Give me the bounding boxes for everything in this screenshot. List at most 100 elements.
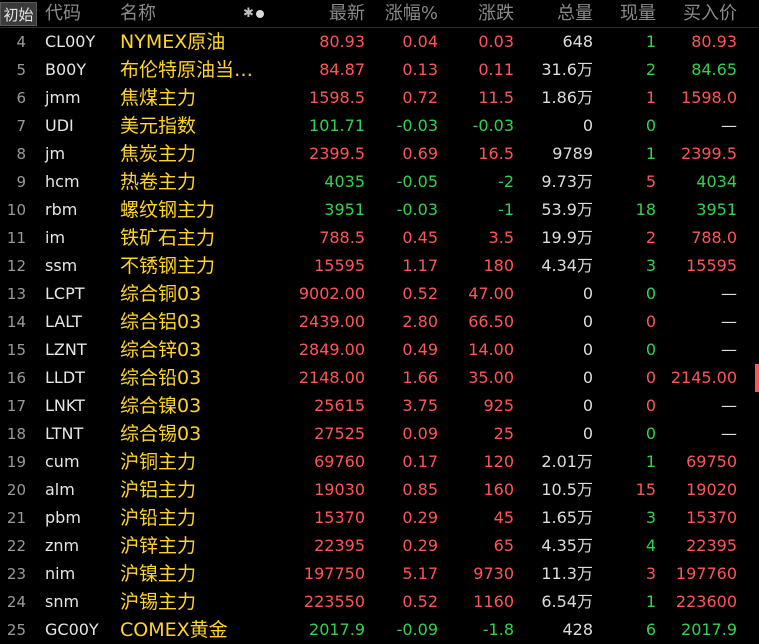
col-header-pct[interactable]: 涨幅%	[370, 0, 438, 28]
symbol-code: ssm	[45, 256, 78, 275]
total-volume: 0	[582, 340, 593, 359]
change-percent: 0.69	[402, 144, 438, 163]
last-price: 2399.5	[309, 144, 365, 163]
last-price: 69760	[314, 452, 365, 471]
change-percent: 0.09	[402, 424, 438, 443]
symbol-code: im	[45, 228, 66, 247]
change-amount: -1	[498, 200, 514, 219]
change-amount: 0.03	[478, 32, 514, 51]
table-row[interactable]: 22 znm 沪锌主力 22395 0.29 65 4.35万 4 22395	[0, 532, 759, 560]
current-volume: 0	[645, 396, 656, 415]
edge-marker	[755, 364, 759, 392]
change-percent: 0.29	[402, 536, 438, 555]
change-amount: 180	[483, 256, 514, 275]
current-volume: 0	[645, 368, 656, 387]
table-row[interactable]: 18 LTNT 综合锡03 27525 0.09 25 0 0 —	[0, 420, 759, 448]
table-row[interactable]: 4 CL00Y NYMEX原油 80.93 0.04 0.03 648 1 80.93	[0, 28, 759, 56]
table-row[interactable]: 6 jmm 焦煤主力 1598.5 0.72 11.5 1.86万 1 1598.0	[0, 84, 759, 112]
bid-price: 223600	[675, 592, 737, 611]
table-row[interactable]: 19 cum 沪铜主力 69760 0.17 120 2.01万 1 69750	[0, 448, 759, 476]
current-volume: 5	[645, 172, 656, 191]
col-header-chg[interactable]: 涨跌	[440, 0, 514, 28]
col-header-name[interactable]: 名称	[120, 0, 156, 28]
bid-price: 2399.5	[681, 144, 737, 163]
total-volume: 2.01万	[541, 452, 593, 471]
bid-price: 1598.0	[681, 88, 737, 107]
total-volume: 0	[582, 368, 593, 387]
col-header-last[interactable]: 最新	[290, 0, 365, 28]
col-header-code[interactable]: 代码	[45, 0, 81, 28]
instrument-name: 综合铅03	[120, 367, 202, 389]
bid-price: 22395	[686, 536, 737, 555]
symbol-code: LALT	[45, 312, 82, 331]
col-header-vol[interactable]: 总量	[520, 0, 593, 28]
total-volume: 0	[582, 424, 593, 443]
total-volume: 19.9万	[541, 228, 593, 247]
table-row[interactable]: 24 snm 沪锡主力 223550 0.52 1160 6.54万 1 223600	[0, 588, 759, 616]
change-amount: 1160	[473, 592, 514, 611]
change-amount: -0.03	[472, 116, 514, 135]
bid-price: 2145.00	[670, 368, 737, 387]
change-amount: 66.50	[468, 312, 514, 331]
symbol-code: LZNT	[45, 340, 87, 359]
column-settings[interactable]: ✱	[243, 0, 264, 28]
table-row[interactable]: 25 GC00Y COMEX黄金 2017.9 -0.09 -1.8 428 6 2017.9	[0, 616, 759, 644]
table-row[interactable]: 14 LALT 综合铝03 2439.00 2.80 66.50 0 0 —	[0, 308, 759, 336]
current-volume: 3	[645, 256, 656, 275]
table-row[interactable]: 12 ssm 不锈钢主力 15595 1.17 180 4.34万 3 15595	[0, 252, 759, 280]
total-volume: 11.3万	[541, 564, 593, 583]
change-percent: 0.52	[402, 592, 438, 611]
last-price: 223550	[303, 592, 365, 611]
table-row[interactable]: 13 LCPT 综合铜03 9002.00 0.52 47.00 0 0 —	[0, 280, 759, 308]
change-percent: 3.75	[402, 396, 438, 415]
last-price: 25615	[314, 396, 365, 415]
bid-price: 80.93	[691, 32, 737, 51]
current-volume: 1	[645, 144, 656, 163]
bid-price: —	[721, 340, 737, 359]
change-amount: 65	[493, 536, 514, 555]
col-header-cur[interactable]: 现量	[600, 0, 656, 28]
row-index: 11	[6, 229, 26, 247]
total-volume: 1.65万	[541, 508, 593, 527]
table-row[interactable]: 7 UDI 美元指数 101.71 -0.03 -0.03 0 0 —	[0, 112, 759, 140]
table-row[interactable]: 9 hcm 热卷主力 4035 -0.05 -2 9.73万 5 4034	[0, 168, 759, 196]
last-price: 27525	[314, 424, 365, 443]
last-price: 2439.00	[298, 312, 365, 331]
row-index: 5	[16, 61, 26, 79]
symbol-code: UDI	[45, 116, 74, 135]
current-volume: 0	[645, 424, 656, 443]
table-row[interactable]: 16 LLDT 综合铅03 2148.00 1.66 35.00 0 0 2145.00	[0, 364, 759, 392]
total-volume: 31.6万	[541, 60, 593, 79]
change-amount: -2	[498, 172, 514, 191]
table-row[interactable]: 11 im 铁矿石主力 788.5 0.45 3.5 19.9万 2 788.0	[0, 224, 759, 252]
table-row[interactable]: 5 B00Y 布伦特原油当… 84.87 0.13 0.11 31.6万 2 84.65	[0, 56, 759, 84]
bid-price: 2017.9	[681, 620, 737, 639]
symbol-code: jmm	[45, 88, 81, 107]
table-row[interactable]: 21 pbm 沪铅主力 15370 0.29 45 1.65万 3 15370	[0, 504, 759, 532]
row-index: 13	[6, 285, 26, 303]
change-amount: 25	[493, 424, 514, 443]
row-index: 21	[6, 509, 26, 527]
table-row[interactable]: 10 rbm 螺纹钢主力 3951 -0.03 -1 53.9万 18 3951	[0, 196, 759, 224]
table-row[interactable]: 23 nim 沪镍主力 197750 5.17 9730 11.3万 3 197760	[0, 560, 759, 588]
symbol-code: hcm	[45, 172, 80, 191]
change-percent: 1.17	[402, 256, 438, 275]
col-header-bid[interactable]: 买入价	[660, 0, 737, 28]
symbol-code: LCPT	[45, 284, 85, 303]
total-volume: 10.5万	[541, 480, 593, 499]
table-row[interactable]: 17 LNKT 综合镍03 25615 3.75 925 0 0 —	[0, 392, 759, 420]
table-row[interactable]: 15 LZNT 综合锌03 2849.00 0.49 14.00 0 0 —	[0, 336, 759, 364]
table-row[interactable]: 8 jm 焦炭主力 2399.5 0.69 16.5 9789 1 2399.5	[0, 140, 759, 168]
table-row[interactable]: 20 alm 沪铝主力 19030 0.85 160 10.5万 15 19020	[0, 476, 759, 504]
total-volume: 648	[562, 32, 593, 51]
change-percent: 0.45	[402, 228, 438, 247]
row-index: 4	[16, 33, 26, 51]
instrument-name: 螺纹钢主力	[120, 199, 216, 221]
last-price: 2148.00	[298, 368, 365, 387]
total-volume: 428	[562, 620, 593, 639]
last-price: 84.87	[319, 60, 365, 79]
init-button[interactable]: 初始	[0, 2, 37, 26]
total-volume: 0	[582, 116, 593, 135]
instrument-name: 沪镍主力	[120, 563, 197, 585]
instrument-name: 综合锡03	[120, 423, 202, 445]
